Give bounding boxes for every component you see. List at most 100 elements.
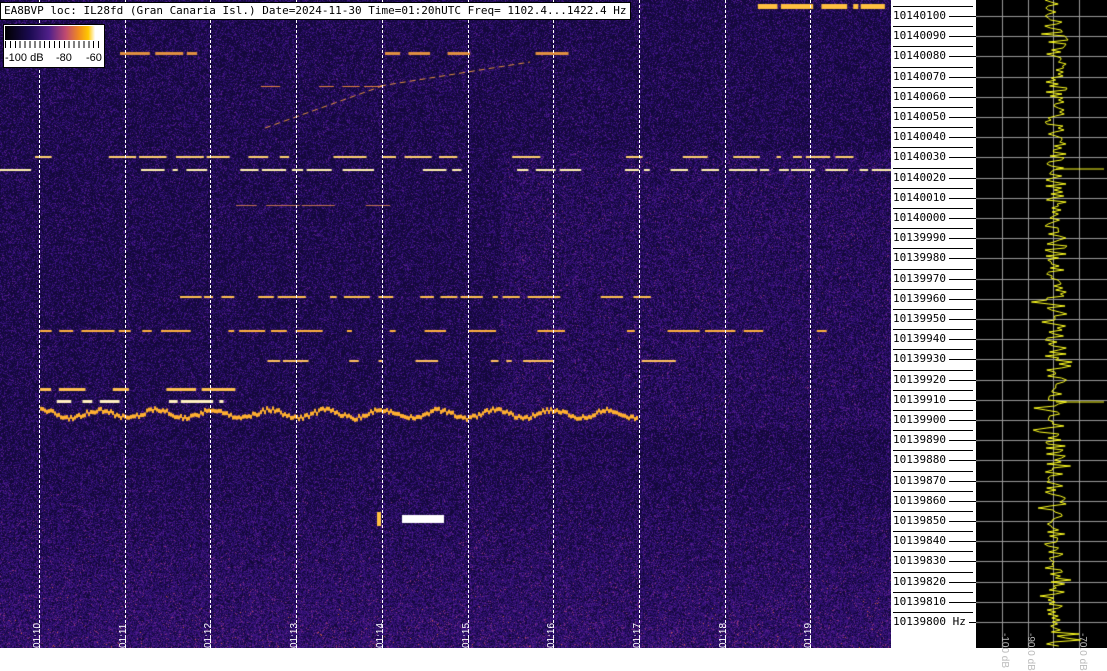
frequency-label: 10139800 Hz — [893, 615, 966, 628]
frequency-minor-tick — [893, 471, 973, 472]
frequency-minor-tick — [893, 127, 973, 128]
frequency-label: 10139950 — [893, 312, 946, 325]
time-label: 01:19 — [803, 622, 814, 648]
frequency-tick — [949, 218, 976, 219]
frequency-minor-tick — [893, 309, 973, 310]
frequency-tick — [949, 359, 976, 360]
frequency-label: 10140080 — [893, 49, 946, 63]
spectrum-label-70: -70.0 dB — [1077, 633, 1088, 671]
frequency-minor-tick — [893, 188, 973, 189]
frequency-label: 10139830 — [893, 554, 946, 568]
frequency-minor-tick — [893, 87, 973, 88]
frequency-label: 10140070 — [893, 69, 946, 83]
frequency-label: 10139920 — [893, 372, 946, 386]
frequency-minor-tick — [893, 430, 973, 431]
frequency-label: 10140000 — [893, 211, 946, 224]
frequency-label: 10139870 — [893, 473, 946, 487]
time-gridline — [725, 0, 726, 648]
time-label: 01:13 — [289, 622, 300, 648]
frequency-tick — [949, 460, 976, 461]
frequency-tick — [949, 238, 976, 239]
color-label-mid: -80 — [56, 52, 72, 64]
header-info: EA8BVP loc: IL28fd (Gran Canaria Isl.) D… — [0, 2, 631, 20]
frequency-minor-tick — [893, 289, 973, 290]
time-label: 01:16 — [546, 622, 557, 648]
frequency-label: 10139940 — [893, 332, 946, 346]
frequency-minor-tick — [893, 208, 973, 209]
frequency-label: 10140040 — [893, 130, 946, 144]
time-label: 01:18 — [718, 622, 729, 648]
frequency-minor-tick — [893, 370, 973, 371]
frequency-tick — [949, 299, 976, 300]
time-gridline — [810, 0, 811, 648]
frequency-label: 10140050 — [893, 110, 946, 123]
frequency-tick — [949, 198, 976, 199]
frequency-tick — [949, 36, 976, 37]
frequency-minor-tick — [893, 168, 973, 169]
frequency-tick — [949, 157, 976, 158]
time-label: 01:10 — [32, 622, 43, 648]
frequency-label: 10139860 — [893, 493, 946, 507]
frequency-axis: 10140100 10140090 10140080 10140070 10140060… — [891, 0, 976, 648]
frequency-tick — [949, 137, 976, 138]
time-gridline — [639, 0, 640, 648]
frequency-minor-tick — [893, 450, 973, 451]
waterfall-canvas — [0, 0, 891, 648]
waterfall-spectrogram: 01:10 01:11 01:12 01:13 01:14 01:15 01:16 01:17… — [0, 0, 891, 648]
frequency-label: 10139900 — [893, 413, 946, 426]
frequency-minor-tick — [893, 531, 973, 532]
frequency-label: 10139960 — [893, 291, 946, 305]
spectrum-panel: -100 dB -90.0 dB -70.0 dB — [976, 0, 1107, 671]
frequency-label: 10140100 — [893, 9, 946, 22]
frequency-tick — [949, 602, 976, 603]
frequency-tick — [949, 16, 976, 17]
frequency-tick — [949, 420, 976, 421]
time-label: 01:15 — [461, 622, 472, 648]
time-label: 01:12 — [203, 622, 214, 648]
frequency-label: 10139930 — [893, 352, 946, 366]
frequency-tick — [949, 178, 976, 179]
time-gridline — [468, 0, 469, 648]
color-gradient — [5, 26, 103, 40]
frequency-minor-tick — [893, 592, 973, 593]
frequency-minor-tick — [893, 46, 973, 47]
frequency-minor-tick — [893, 107, 973, 108]
frequency-minor-tick — [893, 491, 973, 492]
frequency-tick — [949, 77, 976, 78]
time-gridline — [382, 0, 383, 648]
frequency-label: 10139820 — [893, 574, 946, 588]
frequency-label: 10140060 — [893, 89, 946, 103]
frequency-label: 10139910 — [893, 392, 946, 406]
frequency-tick — [949, 400, 976, 401]
frequency-tick — [949, 279, 976, 280]
time-label: 01:11 — [118, 623, 129, 648]
frequency-tick — [949, 481, 976, 482]
spectrum-trace — [976, 0, 1107, 648]
time-gridline — [296, 0, 297, 648]
frequency-minor-tick — [893, 67, 973, 68]
frequency-tick — [949, 380, 976, 381]
spectrum-label-100: -100 dB — [999, 633, 1010, 669]
frequency-label: 10139980 — [893, 251, 946, 265]
frequency-tick — [949, 339, 976, 340]
frequency-label: 10140010 — [893, 190, 946, 204]
time-gridline — [39, 0, 40, 648]
frequency-minor-tick — [893, 511, 973, 512]
frequency-tick — [969, 622, 976, 623]
frequency-tick — [949, 97, 976, 98]
color-label-min: -100 dB — [5, 52, 44, 64]
frequency-minor-tick — [893, 269, 973, 270]
time-gridline — [210, 0, 211, 648]
color-label-max: -60 — [86, 52, 102, 64]
time-label: 01:17 — [632, 622, 643, 648]
frequency-label: 10139990 — [893, 231, 946, 245]
frequency-label: 10139840 — [893, 534, 946, 548]
frequency-minor-tick — [893, 612, 973, 613]
frequency-tick — [949, 440, 976, 441]
frequency-minor-tick — [893, 390, 973, 391]
frequency-minor-tick — [893, 147, 973, 148]
frequency-label: 10140020 — [893, 170, 946, 184]
frequency-tick — [949, 521, 976, 522]
frequency-tick — [949, 258, 976, 259]
frequency-minor-tick — [893, 6, 973, 7]
